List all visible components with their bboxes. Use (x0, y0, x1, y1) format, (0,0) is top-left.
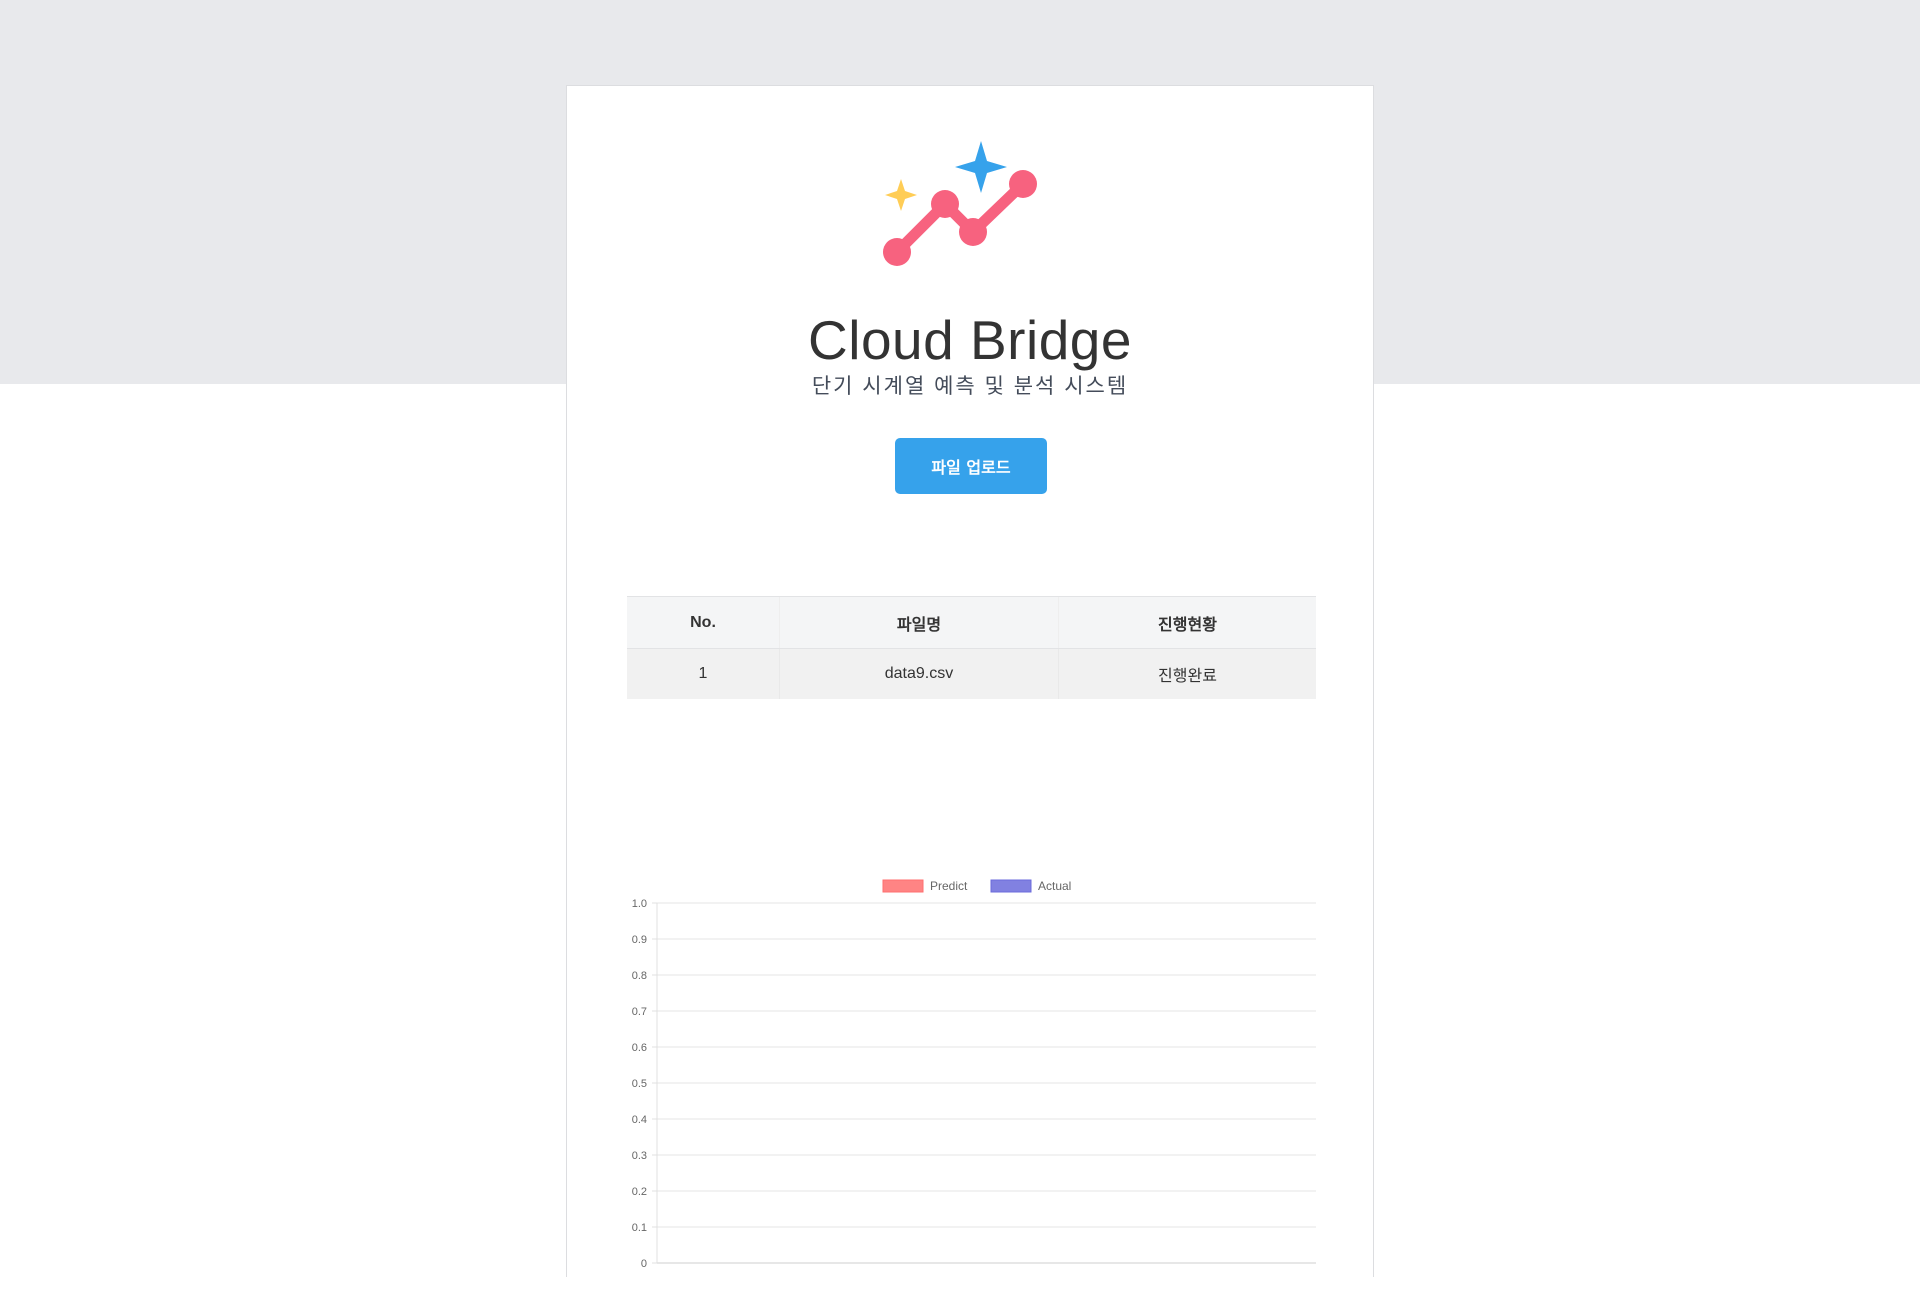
chart-legend[interactable]: Predict Actual (882, 879, 1071, 893)
y-tick-label-9: 0.9 (632, 934, 647, 946)
trend-sparkle-logo-icon (883, 141, 1037, 266)
column-header-status: 진행현황 (1058, 596, 1316, 649)
cell-filename: data9.csv (779, 648, 1059, 699)
cell-status: 진행완료 (1058, 648, 1316, 699)
table-header-row: No. 파일명 진행현황 (627, 596, 1316, 649)
y-tick-label-2: 0.2 (632, 1186, 647, 1198)
y-tick-label-4: 0.4 (632, 1114, 647, 1126)
y-tick-label-0: 0 (641, 1258, 647, 1270)
y-tick-label-7: 0.7 (632, 1006, 647, 1018)
y-tick-label-3: 0.3 (632, 1150, 647, 1162)
blue-sparkle-icon (955, 141, 1007, 193)
main-card: Cloud Bridge 단기 시계열 예측 및 분석 시스템 파일 업로드 N… (566, 85, 1374, 1277)
legend-swatch-1[interactable] (990, 879, 1032, 893)
table-row[interactable]: 1 data9.csv 진행완료 (627, 648, 1316, 699)
y-tick-label-1: 0.1 (632, 1222, 647, 1234)
chart-canvas: Predict Actual 0 0.1 0.2 0.3 0.4 0.5 0.6 0.7 0.8 0.… (632, 879, 1316, 1270)
cell-no: 1 (627, 648, 780, 699)
prediction-chart: Predict Actual 0 0.1 0.2 0.3 0.4 0.5 0.6 0.7 0.8 0.… (627, 786, 1327, 1286)
page-title: Cloud Bridge (808, 309, 1132, 371)
legend-label-0[interactable]: Predict (930, 879, 968, 893)
file-table: No. 파일명 진행현황 1 data9.csv 진행완료 (627, 596, 1316, 699)
yellow-sparkle-icon (885, 179, 917, 211)
file-upload-button[interactable]: 파일 업로드 (895, 438, 1047, 494)
page-subtitle: 단기 시계열 예측 및 분석 시스템 (811, 375, 1129, 398)
legend-swatch-0[interactable] (882, 879, 924, 893)
y-tick-label-6: 0.6 (632, 1042, 647, 1054)
y-tick-label-5: 0.5 (632, 1078, 647, 1090)
y-tick-label-8: 0.8 (632, 970, 647, 982)
y-tick-label-10: 1.0 (632, 898, 647, 910)
legend-label-1[interactable]: Actual (1038, 879, 1071, 893)
column-header-filename: 파일명 (779, 596, 1059, 649)
column-header-no: No. (627, 596, 780, 649)
